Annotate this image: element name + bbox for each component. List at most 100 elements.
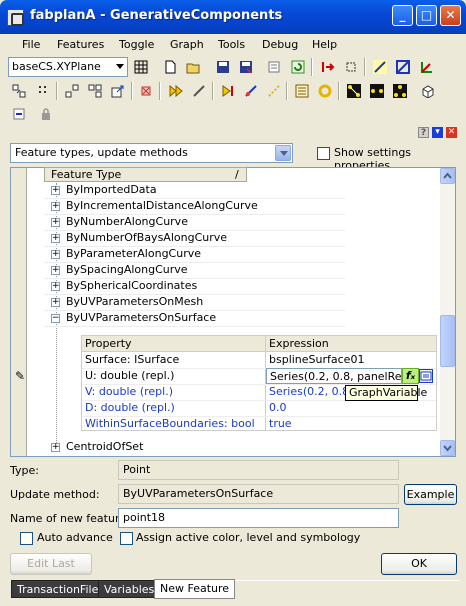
close-button[interactable]: ✕: [440, 5, 461, 26]
expr-d[interactable]: 0.0: [266, 400, 434, 416]
update-method-label: Update method:: [10, 488, 100, 501]
tab-variables[interactable]: Variables: [98, 580, 161, 598]
auto-advance-checkbox[interactable]: [20, 532, 33, 545]
graph-icon[interactable]: [390, 81, 410, 101]
scroll-thumb[interactable]: [440, 315, 455, 367]
crossed-box-icon[interactable]: [393, 57, 413, 77]
maximize-button[interactable]: □: [416, 5, 437, 26]
lock-icon[interactable]: [36, 104, 56, 124]
play-to-end-icon[interactable]: [218, 81, 238, 101]
edit-expression-icon[interactable]: [419, 369, 433, 383]
select-icon[interactable]: [341, 57, 361, 77]
property-header[interactable]: Property: [82, 336, 265, 352]
network-icon[interactable]: [344, 81, 364, 101]
refresh-icon[interactable]: [288, 57, 308, 77]
dots-grid-icon[interactable]: [34, 81, 54, 101]
edit-pencil-icon: ✎: [15, 369, 26, 383]
slash-icon[interactable]: [189, 81, 209, 101]
save-icon[interactable]: [213, 57, 233, 77]
prop-u: U: double (repl.): [85, 369, 175, 382]
step-forward-icon[interactable]: [318, 57, 338, 77]
assign-symbology-checkbox[interactable]: [120, 532, 133, 545]
cube-icon[interactable]: [418, 81, 438, 101]
feature-types-combo[interactable]: Feature types, update methods: [10, 143, 293, 163]
fx-button[interactable]: fₓ: [402, 368, 419, 384]
prop-v: V: double (repl.): [85, 385, 173, 398]
expr-within-bounds[interactable]: true: [266, 416, 434, 432]
scroll-up-button[interactable]: [440, 168, 455, 184]
menu-debug[interactable]: Debug: [262, 38, 298, 51]
collapse-icon[interactable]: −: [51, 314, 60, 323]
expand-icon[interactable]: +: [51, 282, 60, 291]
grid-icon[interactable]: [131, 57, 151, 77]
tree-item[interactable]: BySphericalCoordinates: [66, 278, 197, 294]
list-icon[interactable]: [292, 81, 312, 101]
expand-icon[interactable]: +: [51, 298, 60, 307]
sort-icon[interactable]: /: [235, 168, 239, 181]
scrollbar[interactable]: [440, 168, 455, 456]
expand-icon[interactable]: +: [51, 202, 60, 211]
open-folder-icon[interactable]: [183, 57, 203, 77]
chevron-down-icon[interactable]: [116, 64, 124, 69]
edit-last-button[interactable]: Edit Last: [10, 553, 92, 575]
expr-surface[interactable]: bsplineSurface01: [266, 352, 434, 368]
nodes-icon[interactable]: [367, 81, 387, 101]
arrange-icon[interactable]: [62, 81, 82, 101]
expand-icon[interactable]: +: [51, 250, 60, 259]
tree-item-selected[interactable]: ByUVParametersOnSurface: [66, 310, 216, 326]
new-feature-name-label: Name of new feature:: [10, 512, 130, 525]
help-icon[interactable]: ?: [418, 127, 429, 138]
tree-item[interactable]: ByNumberAlongCurve: [66, 214, 188, 230]
script-icon[interactable]: [264, 57, 284, 77]
menu-file[interactable]: File: [22, 38, 40, 51]
menu-help[interactable]: Help: [312, 38, 337, 51]
tree-item[interactable]: ByImportedData: [66, 182, 157, 198]
tree-item[interactable]: ByIncrementalDistanceAlongCurve: [66, 198, 258, 214]
save-as-icon[interactable]: [236, 57, 256, 77]
tab-new-feature[interactable]: New Feature: [154, 579, 236, 599]
expr-u-input[interactable]: Series(0.2, 0.8, panelResol: [266, 368, 402, 384]
expand-icon[interactable]: +: [51, 218, 60, 227]
scroll-down-button[interactable]: [440, 440, 455, 456]
tree-item[interactable]: ByParameterAlongCurve: [66, 246, 201, 262]
tab-transactionfile[interactable]: TransactionFile: [11, 580, 105, 598]
ring-icon[interactable]: [315, 81, 335, 101]
expand-icon[interactable]: +: [51, 266, 60, 275]
sync-icon[interactable]: [9, 104, 29, 124]
plane-select[interactable]: baseCS.XYPlane: [8, 57, 128, 77]
new-file-icon[interactable]: [160, 57, 180, 77]
new-feature-name-input[interactable]: point18: [118, 508, 399, 528]
expand-icon[interactable]: +: [51, 186, 60, 195]
menu-tools[interactable]: Tools: [218, 38, 245, 51]
expression-header[interactable]: Expression: [266, 336, 436, 352]
column-header-feature-type[interactable]: Feature Type /: [44, 167, 247, 182]
axes-icon[interactable]: [416, 57, 436, 77]
chevron-down-icon[interactable]: [275, 145, 291, 161]
prop-d: D: double (repl.): [85, 401, 175, 414]
tree-item[interactable]: BySpacingAlongCurve: [66, 262, 188, 278]
tree-item[interactable]: ByUVParametersOnMesh: [66, 294, 203, 310]
tree-item[interactable]: ByNumberOfBaysAlongCurve: [66, 230, 227, 246]
close-panel-icon[interactable]: ✕: [446, 127, 457, 138]
menu-features[interactable]: Features: [57, 38, 104, 51]
menu-toggle[interactable]: Toggle: [119, 38, 154, 51]
dropdown-icon[interactable]: ▾: [432, 127, 443, 138]
ok-button[interactable]: OK: [381, 553, 457, 575]
menu-graph[interactable]: Graph: [170, 38, 204, 51]
fast-forward-icon[interactable]: [166, 81, 186, 101]
grid-snap-icon[interactable]: [9, 81, 29, 101]
minimize-button[interactable]: _: [392, 5, 413, 26]
split-icon[interactable]: [241, 81, 261, 101]
app-icon[interactable]: [7, 9, 24, 26]
tree-item[interactable]: CentroidOfSet: [66, 439, 143, 455]
example-button[interactable]: Example: [404, 484, 457, 505]
dotted-line-icon[interactable]: [264, 81, 284, 101]
expand-icon[interactable]: +: [51, 443, 60, 452]
delete-feature-icon[interactable]: [136, 81, 156, 101]
export-icon[interactable]: [108, 81, 128, 101]
components-icon[interactable]: [85, 81, 105, 101]
column-header-label: Feature Type: [51, 168, 122, 181]
line-icon[interactable]: [370, 57, 390, 77]
show-settings-checkbox[interactable]: [317, 147, 330, 160]
expand-icon[interactable]: +: [51, 234, 60, 243]
